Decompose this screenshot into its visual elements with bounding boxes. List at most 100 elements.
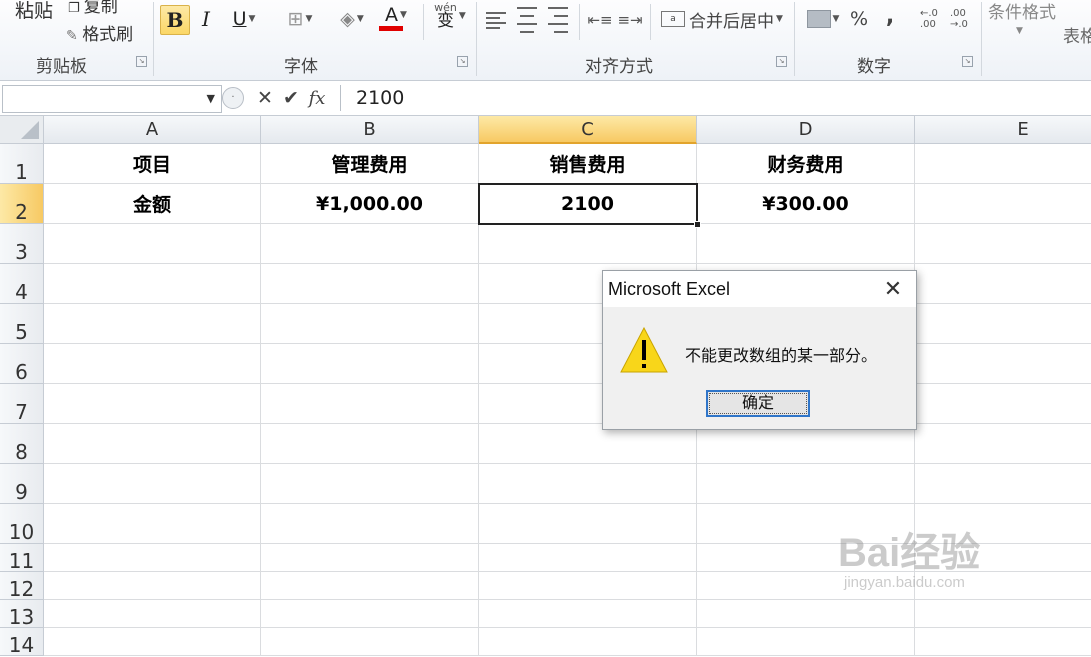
empty-cell[interactable] — [479, 504, 697, 544]
empty-cell[interactable] — [261, 424, 479, 464]
empty-cell[interactable] — [261, 544, 479, 572]
empty-cell[interactable] — [479, 424, 697, 464]
cell-d1[interactable]: 财务费用 — [697, 144, 915, 184]
empty-cell[interactable] — [44, 628, 261, 656]
paste-button[interactable]: 粘贴 — [15, 0, 53, 23]
borders-button[interactable]: ⊞ ▼ — [280, 5, 320, 33]
comma-button[interactable]: , — [880, 2, 900, 30]
row-header-4[interactable]: 4 — [0, 264, 44, 304]
empty-cell[interactable] — [697, 600, 915, 628]
empty-cell[interactable] — [44, 464, 261, 504]
cell-c1[interactable]: 销售费用 — [479, 144, 697, 184]
row-header-6[interactable]: 6 — [0, 344, 44, 384]
increase-decimal-button[interactable]: ←.0 .00 — [920, 5, 946, 33]
row-header-9[interactable]: 9 — [0, 464, 44, 504]
empty-cell[interactable] — [261, 304, 479, 344]
empty-cell[interactable] — [44, 304, 261, 344]
row-header-11[interactable]: 11 — [0, 544, 44, 573]
row-header-3[interactable]: 3 — [0, 224, 44, 264]
empty-cell[interactable] — [915, 344, 1091, 384]
row-header-5[interactable]: 5 — [0, 304, 44, 344]
empty-cell[interactable] — [915, 384, 1091, 424]
row-header-12[interactable]: 12 — [0, 572, 44, 601]
decrease-decimal-button[interactable]: .00 →.0 — [950, 5, 976, 33]
empty-cell[interactable] — [261, 384, 479, 424]
cell-b2[interactable]: ¥1,000.00 — [261, 184, 479, 224]
empty-cell[interactable] — [261, 264, 479, 304]
underline-button[interactable]: U ▼ — [226, 5, 262, 33]
empty-cell[interactable] — [697, 424, 915, 464]
chevron-down-icon[interactable]: ▼ — [207, 92, 215, 105]
empty-cell[interactable] — [261, 224, 479, 264]
row-header-1[interactable]: 1 — [0, 144, 44, 184]
select-all-button[interactable] — [0, 116, 44, 144]
empty-cell[interactable] — [479, 628, 697, 656]
empty-cell[interactable] — [915, 424, 1091, 464]
column-header-d[interactable]: D — [697, 116, 915, 144]
empty-cell[interactable] — [697, 628, 915, 656]
font-color-button[interactable]: A ▼ — [376, 3, 416, 31]
empty-cell[interactable] — [697, 464, 915, 504]
empty-cell[interactable] — [261, 600, 479, 628]
empty-cell[interactable] — [44, 344, 261, 384]
column-header-b[interactable]: B — [261, 116, 479, 144]
clipboard-launcher-icon[interactable]: ↘ — [136, 56, 147, 67]
conditional-format-button[interactable]: 条件格式 — [988, 0, 1056, 23]
empty-cell[interactable] — [479, 600, 697, 628]
empty-cell[interactable] — [44, 264, 261, 304]
row-header-2[interactable]: 2 — [0, 184, 44, 224]
empty-cell[interactable] — [915, 628, 1091, 656]
align-center-button[interactable] — [515, 6, 539, 34]
merge-center-button[interactable]: a 合并后居中 ▼ — [656, 5, 788, 33]
increase-indent-button[interactable]: ≡⇥ — [617, 6, 642, 34]
accounting-format-button[interactable]: ▼ — [803, 5, 843, 33]
font-launcher-icon[interactable]: ↘ — [457, 56, 468, 67]
empty-cell[interactable] — [915, 224, 1091, 264]
row-header-13[interactable]: 13 — [0, 600, 44, 629]
empty-cell[interactable] — [479, 572, 697, 600]
empty-cell[interactable] — [44, 224, 261, 264]
cancel-icon[interactable]: ✕ — [252, 87, 278, 109]
fill-color-button[interactable]: ◈ ▼ — [332, 5, 372, 33]
empty-cell[interactable] — [915, 600, 1091, 628]
cell-d2[interactable]: ¥300.00 — [697, 184, 915, 224]
empty-cell[interactable] — [44, 572, 261, 600]
empty-cell[interactable] — [915, 264, 1091, 304]
format-as-table-button[interactable]: 表格 — [1063, 22, 1091, 47]
cell-a1[interactable]: 项目 — [44, 144, 261, 184]
empty-cell[interactable] — [915, 304, 1091, 344]
column-header-a[interactable]: A — [44, 116, 261, 144]
column-header-e[interactable]: E — [915, 116, 1091, 144]
ok-button[interactable]: 确定 — [706, 390, 810, 417]
percent-button[interactable]: % — [848, 5, 870, 33]
formula-input[interactable]: 2100 — [340, 85, 1089, 111]
format-painter-button[interactable]: ✎ 格式刷 — [66, 20, 133, 45]
empty-cell[interactable] — [44, 600, 261, 628]
empty-cell[interactable] — [479, 224, 697, 264]
row-header-14[interactable]: 14 — [0, 628, 44, 657]
insert-function-icon[interactable]: fx — [304, 88, 330, 109]
decrease-indent-button[interactable]: ⇤≡ — [587, 6, 612, 34]
cell-a2[interactable]: 金额 — [44, 184, 261, 224]
empty-cell[interactable] — [44, 504, 261, 544]
close-icon[interactable]: ✕ — [880, 277, 906, 302]
name-box[interactable]: ▼ — [2, 85, 222, 113]
empty-cell[interactable] — [915, 144, 1091, 184]
empty-cell[interactable] — [261, 628, 479, 656]
copy-button[interactable]: ❐ 复制 — [68, 0, 118, 17]
align-right-button[interactable] — [546, 6, 570, 34]
empty-cell[interactable] — [261, 504, 479, 544]
empty-cell[interactable] — [479, 544, 697, 572]
row-header-7[interactable]: 7 — [0, 384, 44, 424]
empty-cell[interactable] — [261, 464, 479, 504]
empty-cell[interactable] — [915, 464, 1091, 504]
empty-cell[interactable] — [261, 344, 479, 384]
column-header-c[interactable]: C — [479, 116, 697, 144]
italic-button[interactable]: I — [196, 5, 216, 33]
empty-cell[interactable] — [479, 464, 697, 504]
empty-cell[interactable] — [697, 224, 915, 264]
empty-cell[interactable] — [44, 544, 261, 572]
cell-b1[interactable]: 管理费用 — [261, 144, 479, 184]
empty-cell[interactable] — [261, 572, 479, 600]
alignment-launcher-icon[interactable]: ↘ — [776, 56, 787, 67]
